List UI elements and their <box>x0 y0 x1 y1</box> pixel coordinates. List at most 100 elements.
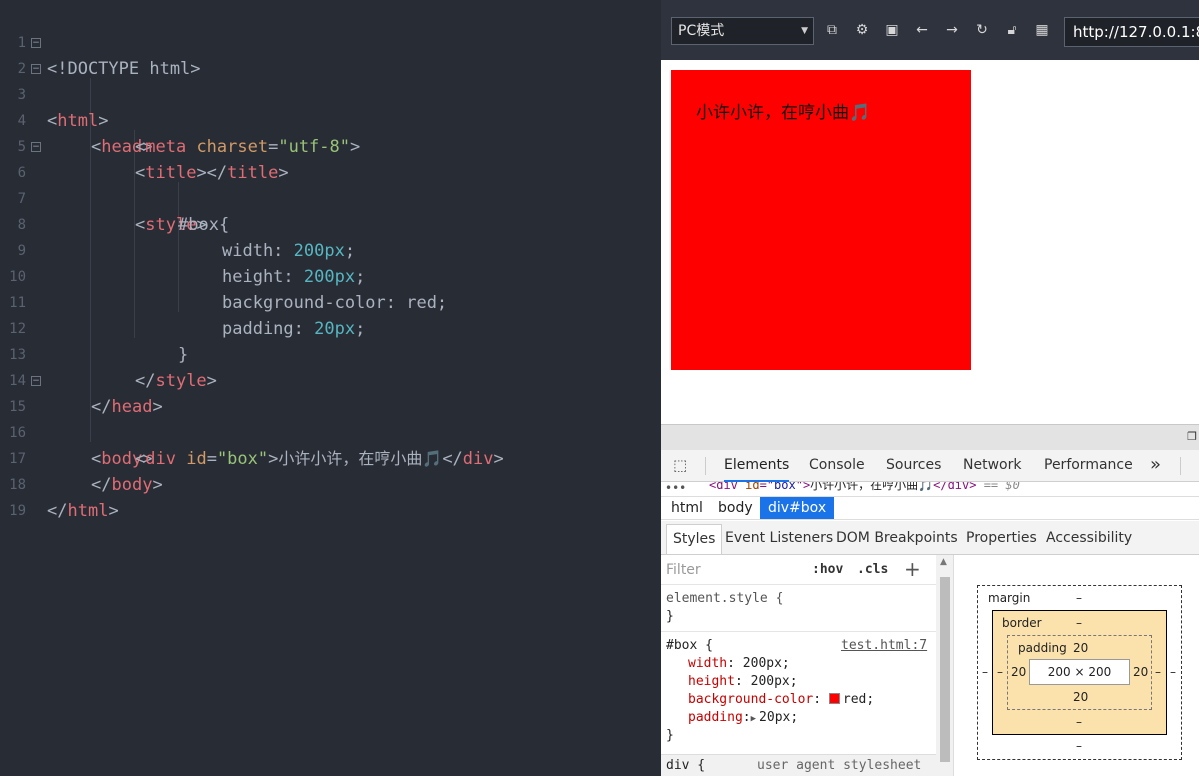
code-line[interactable]: 14 </head> <box>0 342 660 417</box>
dom-punc: =" <box>759 482 775 492</box>
tab-dom-breakpoints[interactable]: DOM Breakpoints <box>830 524 964 554</box>
dom-selected-marker: == $0 <box>976 482 1020 492</box>
code-line[interactable]: 2 − <html> <box>0 30 660 131</box>
forward-icon[interactable]: → <box>943 21 961 39</box>
tab-performance[interactable]: Performance <box>1044 450 1133 482</box>
add-rule-icon[interactable]: + <box>904 557 921 581</box>
inspect-element-icon[interactable]: ⬚ <box>673 457 691 474</box>
breadcrumb-div-box[interactable]: div#box <box>760 497 835 519</box>
url-input[interactable]: http://127.0.0.1:8 <box>1064 17 1199 47</box>
margin-left-value: – <box>982 665 988 679</box>
divider <box>1180 457 1181 475</box>
fold-icon[interactable]: − <box>31 64 41 74</box>
code-line[interactable]: 11 padding: 20px; <box>0 264 660 339</box>
tab-network[interactable]: Network <box>963 450 1021 482</box>
tab-event-listeners[interactable]: Event Listeners <box>719 524 839 554</box>
mode-select[interactable]: PC模式 ▼ <box>671 17 814 45</box>
code-line[interactable]: 19 <box>0 472 660 519</box>
code-line[interactable]: 4 <meta charset="utf-8"> <box>0 82 660 157</box>
css-prop-value: 200px; <box>742 656 790 671</box>
ellipsis-icon[interactable]: ••• <box>665 482 686 494</box>
fold-icon[interactable]: − <box>31 38 41 48</box>
code-line[interactable]: 12 } <box>0 290 660 365</box>
element-style-rule[interactable]: element.style { } <box>666 591 783 624</box>
code-line[interactable]: 16 <div id="box">小许小许，在哼小曲🎵</div> <box>0 394 660 469</box>
dom-attr-value: box <box>774 482 796 492</box>
refresh-icon[interactable]: ↻ <box>973 21 991 39</box>
padding-bottom-value: 20 <box>1073 690 1089 704</box>
back-icon[interactable]: ← <box>913 21 931 39</box>
rule-close: } <box>666 728 674 743</box>
code-line[interactable]: 10 background-color: red; <box>0 238 660 313</box>
code-line[interactable]: 13 </style> <box>0 316 660 391</box>
tab-elements[interactable]: Elements <box>724 450 790 482</box>
tab-properties[interactable]: Properties <box>960 524 1043 554</box>
box-rule[interactable]: #box {test.html:7 width: 200px; height: … <box>666 638 931 746</box>
lock-icon[interactable]: 🔓︎ <box>1003 21 1021 39</box>
scrollbar[interactable]: ▲ <box>936 555 953 776</box>
more-tabs-icon[interactable]: » <box>1150 450 1161 482</box>
breadcrumb-body[interactable]: body <box>710 497 761 519</box>
margin-bottom-value: – <box>1076 739 1082 753</box>
padding-top-value: 20 <box>1073 641 1089 655</box>
undock-icon[interactable]: ❐ <box>1187 430 1197 443</box>
css-declaration[interactable]: padding:▶ 20px; <box>666 710 931 728</box>
tab-sources[interactable]: Sources <box>886 450 941 482</box>
scroll-up-icon[interactable]: ▲ <box>940 557 947 567</box>
red-box[interactable]: 小许小许，在哼小曲🎵 <box>671 70 971 370</box>
code-line[interactable]: 1 <!DOCTYPE html> <box>0 4 660 79</box>
css-prop-name: width <box>688 656 728 671</box>
color-swatch-icon[interactable] <box>828 693 840 704</box>
border-bottom-value: – <box>1076 715 1082 729</box>
css-declaration[interactable]: background-color: red; <box>666 692 931 710</box>
open-external-icon[interactable]: ⧉ <box>823 21 841 39</box>
terminal-icon[interactable]: ▣ <box>883 21 901 39</box>
line-number: 19 <box>9 503 26 519</box>
gear-icon[interactable]: ⚙ <box>853 21 871 39</box>
hov-toggle[interactable]: :hov <box>812 562 843 577</box>
code-line[interactable]: 5 <title></title> <box>0 108 660 183</box>
padding-left-value: 20 <box>1011 665 1027 679</box>
css-declaration[interactable]: height: 200px; <box>666 674 931 692</box>
ua-rule[interactable]: div { user agent stylesheet <box>661 754 936 776</box>
browser-toolbar: PC模式 ▼ ⧉ ⚙ ▣ ← → ↻ 🔓︎ ▦ http://127.0.0.1… <box>661 0 1199 60</box>
css-prop-name: height <box>688 674 735 689</box>
code-line[interactable]: 17 </body> <box>0 420 660 495</box>
box-model-content[interactable]: 200 × 200 <box>1029 659 1130 685</box>
dom-tag: </div> <box>933 482 977 492</box>
rule-source-link[interactable]: test.html:7 <box>841 638 927 653</box>
border-top-value: – <box>1076 616 1082 630</box>
dom-attr: id <box>745 482 760 492</box>
dom-tree-row[interactable]: ••• <div id="box">小许小许，在哼小曲🎵</div> == $0 <box>661 482 1199 496</box>
devtools-topbar: ❐ <box>661 424 1199 450</box>
breadcrumb: html body div#box <box>661 496 1199 520</box>
code-line[interactable]: 8 width: 200px; <box>0 186 660 261</box>
code-line[interactable]: 3 − <head> <box>0 56 660 157</box>
css-declaration[interactable]: width: 200px; <box>666 656 931 674</box>
margin-top-value: – <box>1076 591 1082 605</box>
scroll-thumb[interactable] <box>940 577 950 762</box>
padding-right-value: 20 <box>1133 665 1149 679</box>
breadcrumb-html[interactable]: html <box>663 497 711 519</box>
css-prop-name: background-color <box>688 692 814 707</box>
code-line[interactable]: 6 − <style> <box>0 134 660 235</box>
expand-triangle-icon[interactable]: ▶ <box>751 714 756 724</box>
fold-icon[interactable]: − <box>31 142 41 152</box>
dom-tag: <div <box>709 482 746 492</box>
code-editor[interactable]: 1 <!DOCTYPE html> 2 − <html> 3 − <head> … <box>0 0 660 776</box>
tab-console[interactable]: Console <box>809 450 865 482</box>
filter-input[interactable]: Filter <box>666 562 701 578</box>
tab-styles[interactable]: Styles <box>666 524 723 554</box>
tab-accessibility[interactable]: Accessibility <box>1040 524 1138 554</box>
code-line[interactable]: 9 height: 200px; <box>0 212 660 287</box>
browser-preview: PC模式 ▼ ⧉ ⚙ ▣ ← → ↻ 🔓︎ ▦ http://127.0.0.1… <box>661 0 1199 776</box>
code-line[interactable]: 18 </html> <box>0 446 660 521</box>
cls-toggle[interactable]: .cls <box>857 562 888 577</box>
qr-code-icon[interactable]: ▦ <box>1033 21 1051 39</box>
rule-close: } <box>666 609 674 624</box>
fold-icon[interactable]: − <box>31 376 41 386</box>
code-line[interactable]: 15 − <body> <box>0 368 660 469</box>
border-label: border <box>1002 616 1042 630</box>
styles-subtabs: Styles Event Listeners DOM Breakpoints P… <box>661 521 1199 555</box>
code-line[interactable]: 7 #box{ <box>0 160 660 235</box>
